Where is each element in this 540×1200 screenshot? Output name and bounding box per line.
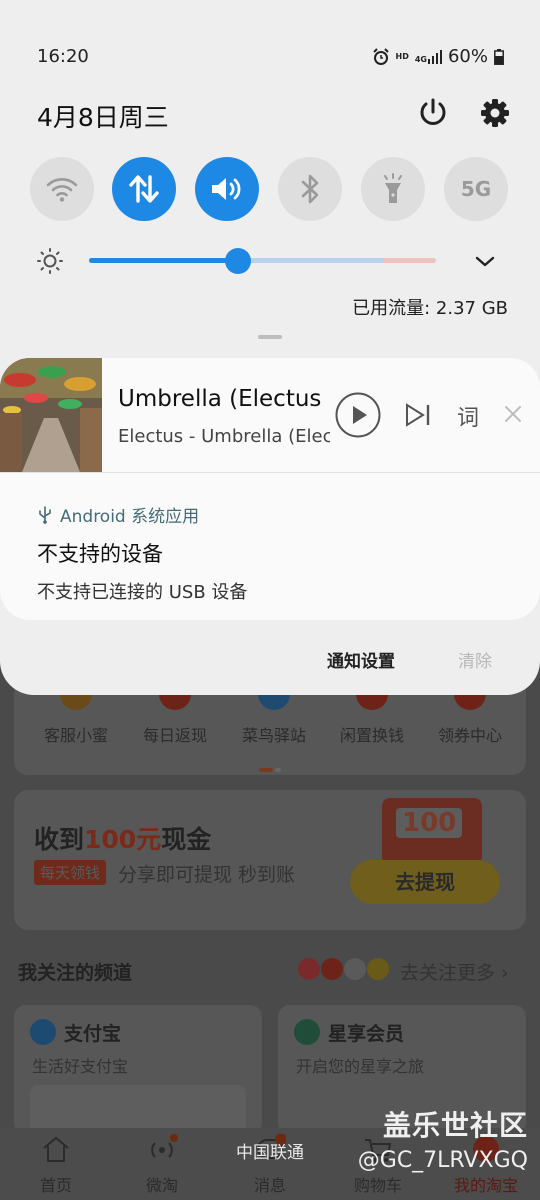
clear-button[interactable]: 清除 (458, 647, 492, 672)
channel-card-subtitle: 生活好支付宝 (32, 1057, 129, 1076)
volume-icon (212, 178, 241, 200)
sound-toggle[interactable] (195, 157, 259, 221)
channel-card-alipay[interactable]: 支付宝 生活好支付宝 (14, 1005, 262, 1135)
shortcut-label: 每日返现 (142, 726, 207, 745)
cash-title: 收到100元现金 (34, 825, 212, 854)
5g-toggle[interactable]: 5G (444, 157, 508, 221)
starbucks-icon (294, 1019, 320, 1045)
red-envelope-icon: 100 (382, 798, 482, 860)
drag-handle[interactable] (258, 335, 282, 339)
brightness-icon (37, 248, 63, 274)
cash-subtitle: 分享即可提现 秒到账 (118, 864, 296, 886)
shortcut-label: 客服小蜜 (43, 726, 108, 745)
watermark-title: 盖乐世社区 (382, 1109, 528, 1142)
close-icon[interactable] (503, 404, 523, 424)
chevron-down-icon[interactable] (472, 250, 498, 272)
channel-avatars (298, 958, 390, 984)
media-title: Umbrella (Electus Remix) (118, 386, 328, 412)
alipay-icon (30, 1019, 56, 1045)
battery-percent: 60% (447, 46, 488, 67)
brightness-slider-fill (89, 258, 239, 263)
divider (0, 472, 540, 473)
mobile-data-toggle[interactable] (112, 157, 176, 221)
cash-card[interactable]: 收到100元现金 每天领钱 分享即可提现 秒到账 100 去提现 (14, 790, 526, 930)
shortcut-label: 菜鸟驿站 (241, 726, 306, 745)
skip-next-icon[interactable] (404, 402, 432, 428)
shortcut-label: 领券中心 (437, 726, 502, 745)
notification-card: Umbrella (Electus Remix) Electus - Umbre… (0, 358, 540, 620)
alarm-icon (372, 47, 389, 65)
flashlight-toggle[interactable] (361, 157, 425, 221)
page-indicator (259, 757, 281, 772)
notification-settings-button[interactable]: 通知设置 (327, 647, 395, 672)
album-art (0, 358, 102, 472)
notification-app-row: Android 系统应用 (38, 502, 199, 527)
shortcut-item[interactable]: 领券中心 (420, 692, 520, 746)
shortcut-item[interactable]: 每日返现 (125, 692, 225, 746)
gear-icon[interactable] (478, 96, 512, 130)
play-icon[interactable] (335, 392, 381, 438)
channel-card-subtitle: 开启您的星享之旅 (296, 1057, 425, 1076)
withdraw-button[interactable]: 去提现 (350, 860, 500, 904)
signal-icon: 4G (415, 49, 442, 64)
status-time: 16:20 (37, 46, 89, 67)
lyrics-button[interactable]: 词 (457, 400, 479, 432)
cash-tag: 每天领钱 (34, 860, 107, 885)
data-transfer-icon (129, 175, 159, 203)
notification-title[interactable]: 不支持的设备 (37, 538, 163, 568)
brightness-slider-thumb[interactable] (225, 248, 252, 274)
bluetooth-icon (301, 174, 319, 204)
date-label: 4月8日周三 (37, 103, 169, 132)
channels-more-link[interactable]: 去关注更多 › (400, 958, 509, 985)
notification-app-name: Android 系统应用 (60, 507, 200, 527)
shortcut-item[interactable]: 闲置换钱 (322, 692, 422, 746)
flashlight-icon (384, 173, 402, 203)
shortcut-item[interactable]: 客服小蜜 (26, 692, 126, 746)
channel-card-title: 支付宝 (64, 1023, 122, 1045)
channels-title: 我关注的频道 (18, 962, 133, 984)
power-icon[interactable] (416, 96, 450, 130)
channel-card-title: 星享会员 (328, 1023, 405, 1045)
shortcut-item[interactable]: 菜鸟驿站 (224, 692, 324, 746)
wifi-icon (46, 178, 78, 202)
brightness-slider-high-zone (384, 258, 436, 263)
watermark-handle: @GC_7LRVXGQ (357, 1148, 528, 1173)
wifi-toggle[interactable] (30, 157, 94, 221)
notification-shade: 16:20 HD 4G 60% 4月8日周三 5G 已用流量: 2.37 GB … (0, 0, 540, 695)
status-icons: HD 4G 60% (372, 46, 505, 67)
battery-icon (494, 48, 504, 65)
shortcut-label: 闲置换钱 (339, 726, 404, 745)
hd-indicator: HD (395, 51, 409, 61)
notification-body: 不支持已连接的 USB 设备 (37, 582, 248, 603)
usb-icon (39, 505, 51, 524)
data-usage-label: 已用流量: 2.37 GB (352, 298, 508, 319)
bluetooth-toggle[interactable] (278, 157, 342, 221)
5g-label: 5G (460, 177, 492, 201)
media-artist: Electus - Umbrella (Electus Remix) (118, 426, 330, 447)
